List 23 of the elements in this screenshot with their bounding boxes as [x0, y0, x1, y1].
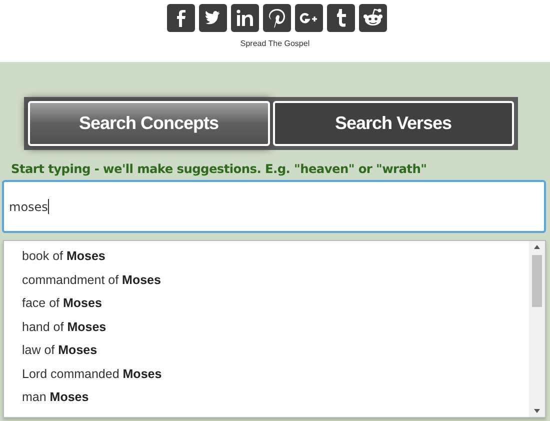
search-field[interactable]: moses: [2, 180, 546, 233]
suggestion-item[interactable]: law of Moses: [22, 339, 529, 362]
social-icon[interactable]: [167, 4, 195, 32]
hint-text: Start typing - we'll make suggestions. E.g. "heaven" or "wrath": [11, 162, 428, 176]
suggestion-item[interactable]: commandment of Moses: [22, 268, 529, 292]
social-icon[interactable]: [231, 4, 259, 32]
tab[interactable]: Search Verses: [272, 101, 514, 146]
suggestion-item[interactable]: face of Moses: [22, 292, 529, 316]
scroll-down-arrow-icon[interactable]: [532, 407, 542, 415]
social-icon[interactable]: [327, 4, 355, 32]
social-icon[interactable]: [263, 4, 291, 32]
scrollbar[interactable]: [529, 241, 545, 417]
caption: Spread The Gospel: [240, 39, 310, 48]
scroll-up-arrow-icon[interactable]: [532, 243, 542, 251]
suggestion-item[interactable]: book of Moses: [22, 245, 529, 268]
social-icon[interactable]: [359, 4, 387, 32]
social-icon[interactable]: [199, 4, 227, 32]
suggestion-item[interactable]: man Moses: [22, 386, 529, 410]
suggestion-item[interactable]: hand of Moses: [22, 316, 529, 339]
social-icon[interactable]: [295, 4, 323, 32]
suggestion-item[interactable]: Lord commanded Moses: [22, 362, 529, 386]
scroll-thumb[interactable]: [532, 255, 542, 307]
tab[interactable]: Search Concepts: [28, 101, 270, 146]
